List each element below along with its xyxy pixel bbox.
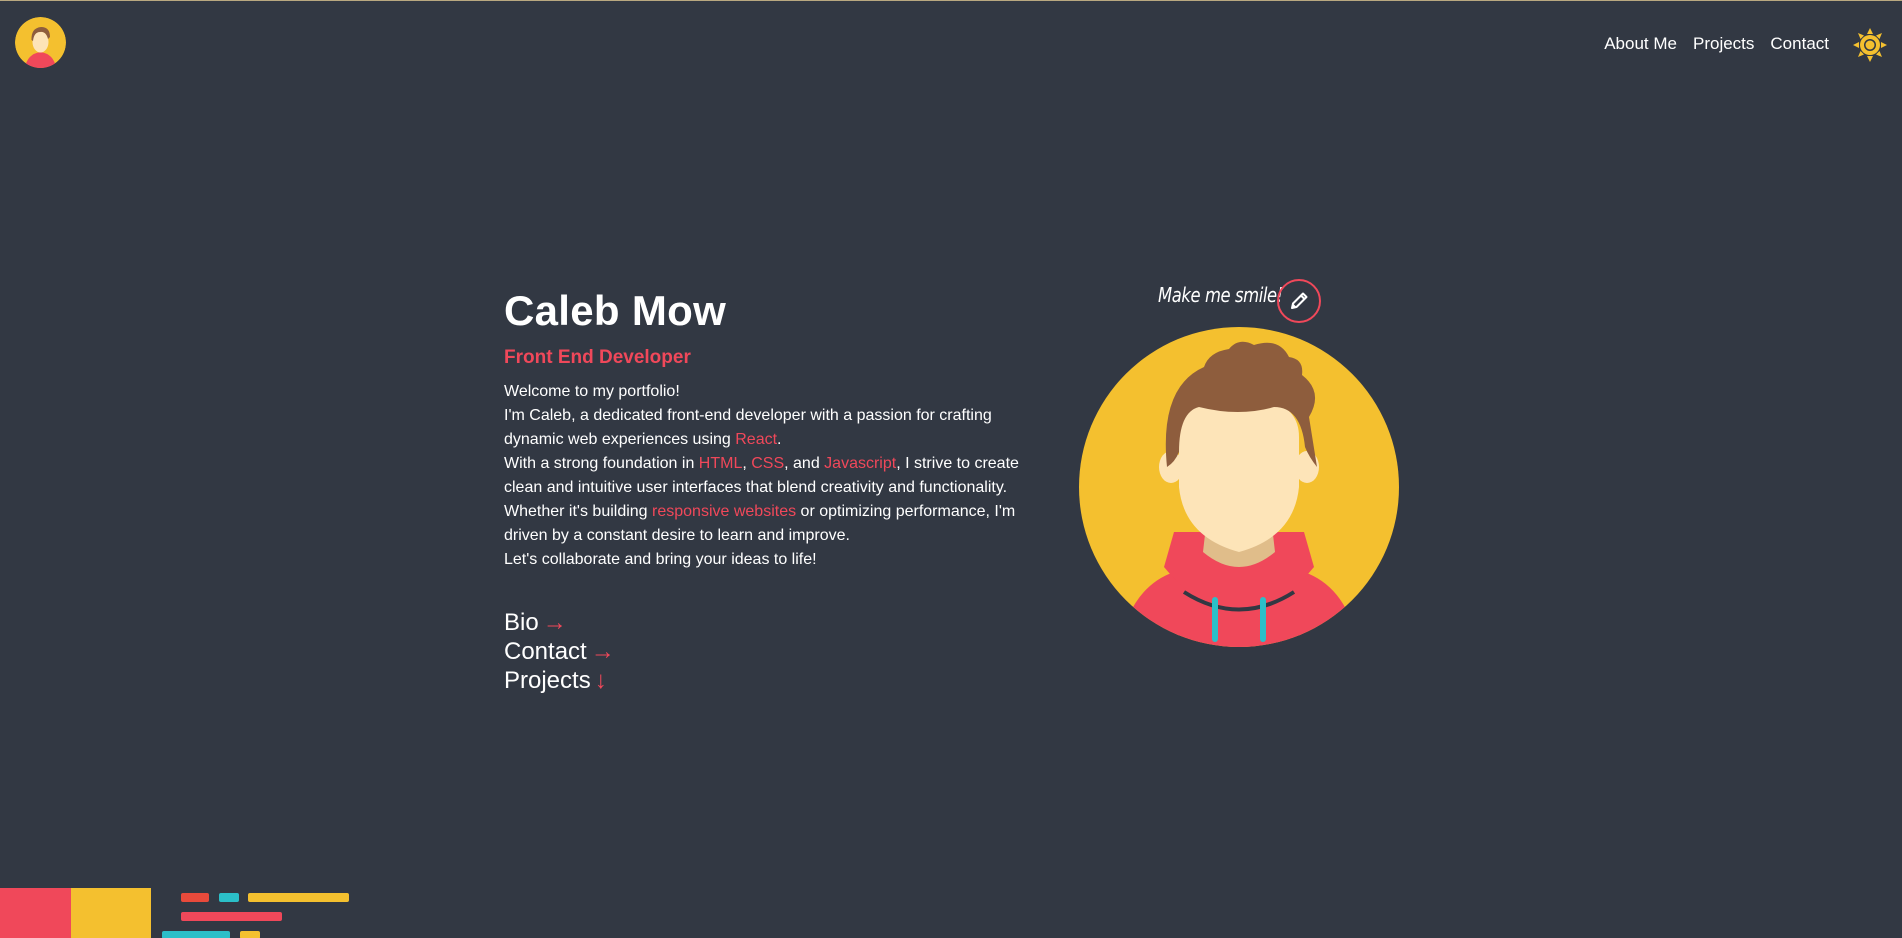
decorative-blocks [0,888,349,938]
